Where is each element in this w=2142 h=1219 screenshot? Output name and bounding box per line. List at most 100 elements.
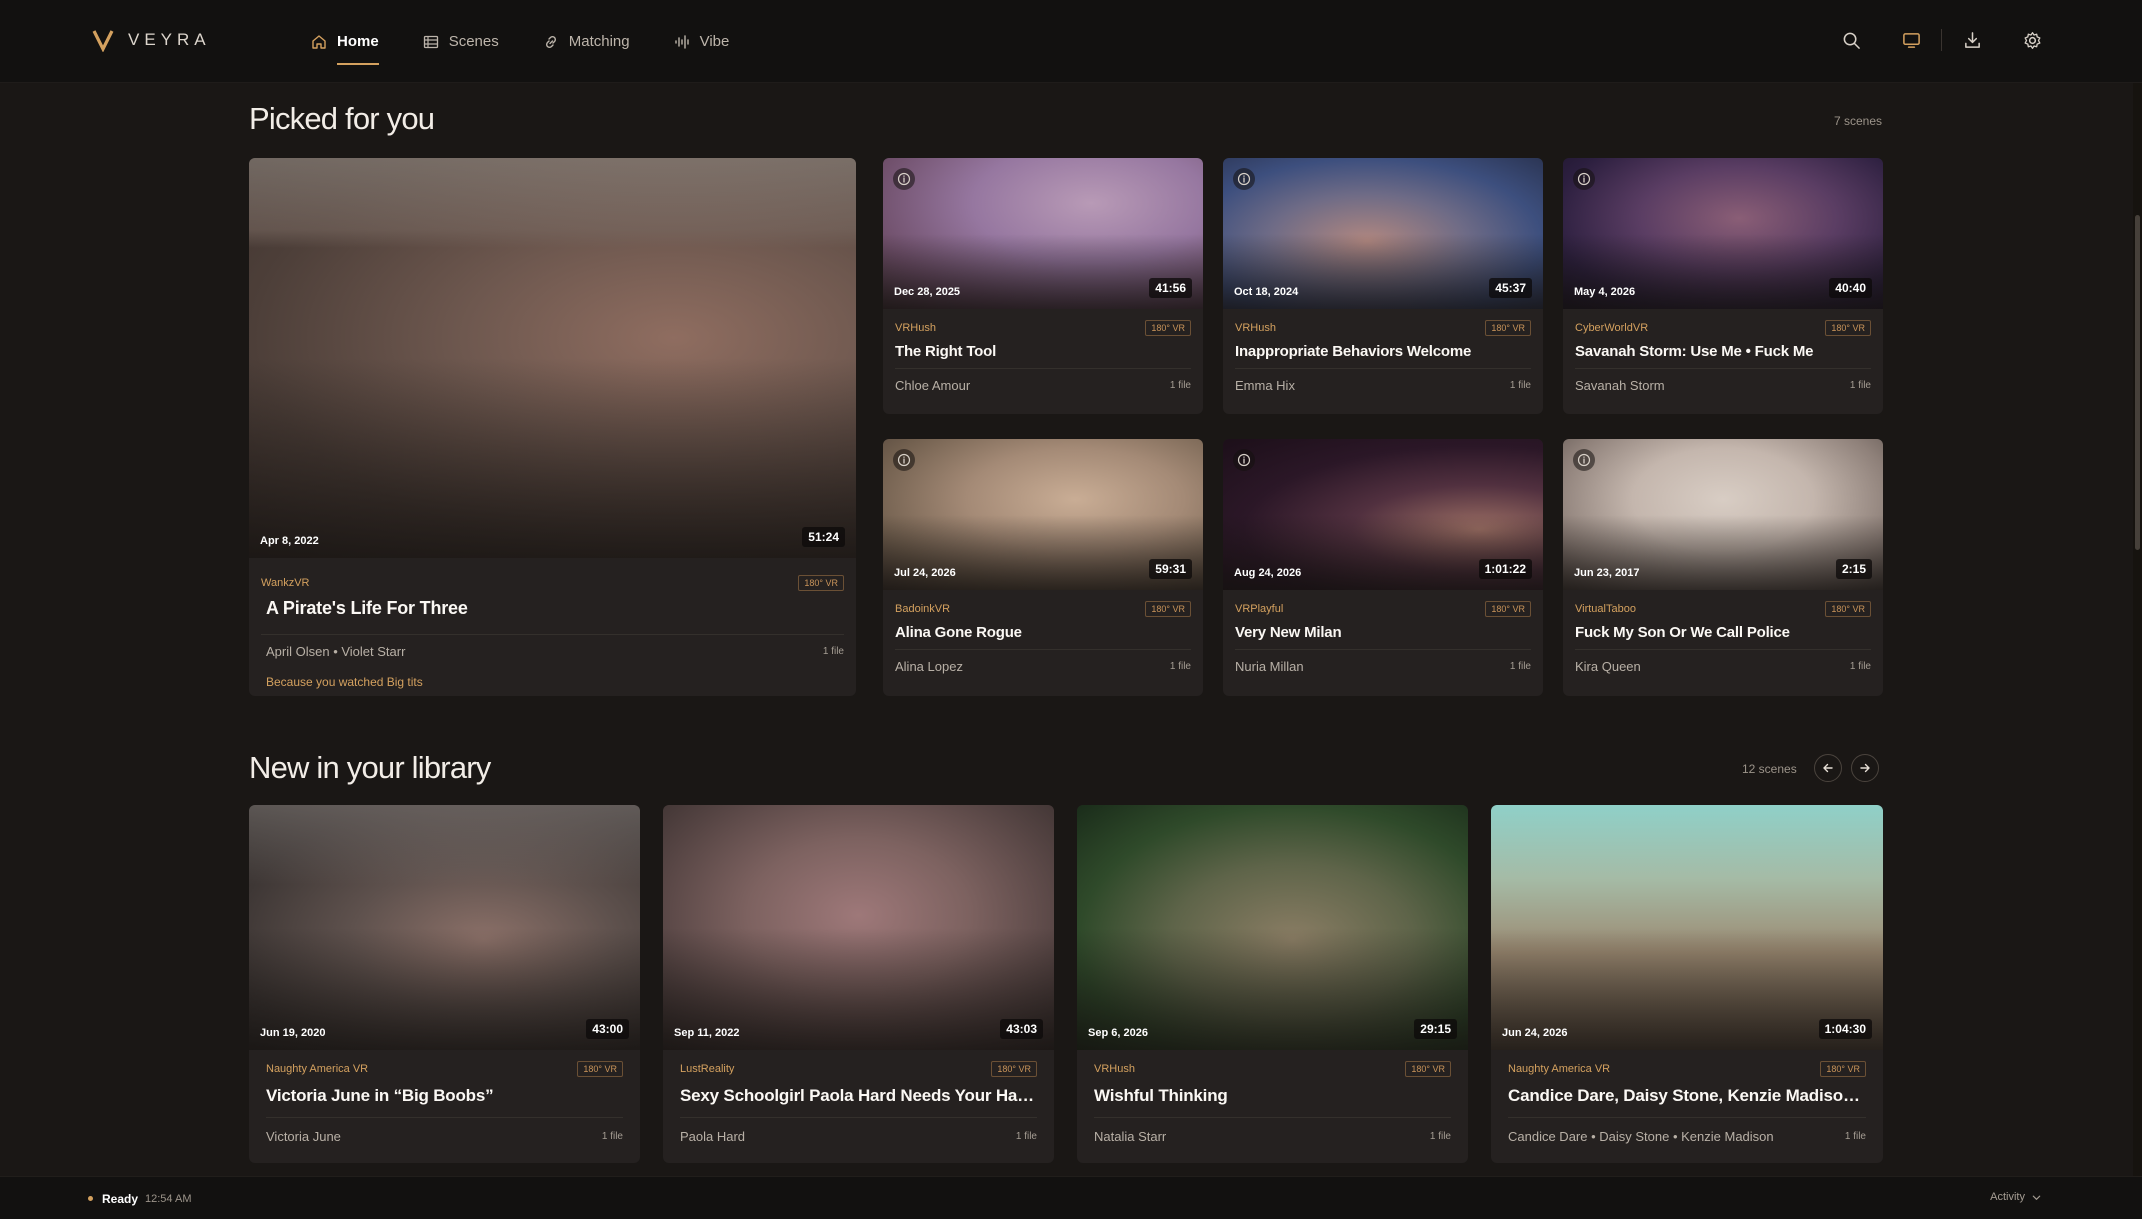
- top-navigation-bar: VEYRA Home Scenes Matching Vibe: [0, 0, 2142, 83]
- main-nav: Home Scenes Matching Vibe: [311, 0, 773, 83]
- scene-thumbnail[interactable]: Oct 18, 2024 45:37: [1223, 158, 1543, 309]
- scene-title[interactable]: Sexy Schoolgirl Paola Hard Needs Your Ha…: [680, 1086, 1037, 1106]
- scene-title[interactable]: A Pirate's Life For Three: [266, 598, 844, 619]
- scene-performers[interactable]: Candice Dare • Daisy Stone • Kenzie Madi…: [1508, 1129, 1774, 1144]
- info-button[interactable]: [1573, 449, 1595, 471]
- toolbar-divider: [1941, 29, 1942, 51]
- scene-studio[interactable]: LustReality: [680, 1063, 734, 1075]
- scene-card[interactable]: Jun 19, 2020 43:00 Naughty America VR 18…: [249, 805, 640, 1163]
- scene-card[interactable]: Jul 24, 2026 59:31 BadoinkVR 180° VR Ali…: [883, 439, 1203, 696]
- scene-performers[interactable]: Kira Queen: [1575, 659, 1641, 674]
- scene-performers[interactable]: Nuria Millan: [1235, 659, 1304, 674]
- scene-card[interactable]: Jun 23, 2017 2:15 VirtualTaboo 180° VR F…: [1563, 439, 1883, 696]
- scene-performers[interactable]: Alina Lopez: [895, 659, 963, 674]
- scene-title[interactable]: Wishful Thinking: [1094, 1086, 1451, 1106]
- info-icon: [1577, 453, 1591, 467]
- settings-button[interactable]: [2020, 28, 2044, 52]
- scene-card[interactable]: Sep 6, 2026 29:15 VRHush 180° VR Wishful…: [1077, 805, 1468, 1163]
- scene-studio[interactable]: BadoinkVR: [895, 603, 950, 615]
- scene-title[interactable]: Savanah Storm: Use Me • Fuck Me: [1575, 343, 1871, 360]
- scene-card[interactable]: Oct 18, 2024 45:37 VRHush 180° VR Inappr…: [1223, 158, 1543, 414]
- scene-title[interactable]: Candice Dare, Daisy Stone, Kenzie Madiso…: [1508, 1086, 1866, 1106]
- arrow-right-icon: [1860, 763, 1870, 773]
- info-button[interactable]: [893, 449, 915, 471]
- carousel-next-button[interactable]: [1851, 754, 1879, 782]
- info-button[interactable]: [1233, 168, 1255, 190]
- vr-format-badge: 180° VR: [1485, 601, 1531, 617]
- vr-format-badge: 180° VR: [1145, 320, 1191, 336]
- scene-thumbnail[interactable]: Aug 24, 2026 1:01:22: [1223, 439, 1543, 590]
- nav-home[interactable]: Home: [311, 0, 379, 83]
- info-button[interactable]: [1233, 449, 1255, 471]
- scene-studio[interactable]: Naughty America VR: [266, 1063, 368, 1075]
- scene-duration: 2:15: [1835, 559, 1872, 579]
- scrollbar-thumb[interactable]: [2135, 215, 2140, 550]
- featured-scene-card[interactable]: Apr 8, 2022 51:24 WankzVR 180° VR A Pira…: [249, 158, 856, 696]
- scene-card[interactable]: May 4, 2026 40:40 CyberWorldVR 180° VR S…: [1563, 158, 1883, 414]
- scene-thumbnail[interactable]: Sep 11, 2022 43:03: [663, 805, 1054, 1050]
- meta-divider: [1235, 649, 1531, 650]
- scene-performers[interactable]: Natalia Starr: [1094, 1129, 1166, 1144]
- scene-date: Oct 18, 2024: [1234, 286, 1299, 298]
- scene-date: Jul 24, 2026: [894, 567, 956, 579]
- display-mode-button[interactable]: [1899, 28, 1923, 52]
- scene-title[interactable]: Fuck My Son Or We Call Police: [1575, 624, 1871, 641]
- carousel-prev-button[interactable]: [1814, 754, 1842, 782]
- scene-studio[interactable]: VRHush: [1094, 1063, 1135, 1075]
- scene-performers[interactable]: Paola Hard: [680, 1129, 745, 1144]
- scene-file-count: 1 file: [1844, 1131, 1866, 1142]
- arrow-left-icon: [1823, 763, 1833, 773]
- scene-thumbnail[interactable]: May 4, 2026 40:40: [1563, 158, 1883, 309]
- scene-studio[interactable]: Naughty America VR: [1508, 1063, 1610, 1075]
- activity-toggle[interactable]: Activity: [1990, 1191, 2042, 1203]
- search-button[interactable]: [1839, 28, 1863, 52]
- nav-vibe[interactable]: Vibe: [674, 0, 729, 83]
- scene-title[interactable]: Alina Gone Rogue: [895, 624, 1191, 641]
- scene-card[interactable]: Dec 28, 2025 41:56 VRHush 180° VR The Ri…: [883, 158, 1203, 414]
- brand[interactable]: VEYRA: [92, 28, 211, 52]
- scene-title[interactable]: Victoria June in “Big Boobs”: [266, 1086, 623, 1106]
- scene-date: Sep 6, 2026: [1088, 1027, 1148, 1039]
- library-scene-count: 12 scenes: [1742, 762, 1797, 776]
- scene-date: Sep 11, 2022: [674, 1027, 740, 1039]
- scene-thumbnail[interactable]: Jun 19, 2020 43:00: [249, 805, 640, 1050]
- scene-studio[interactable]: VirtualTaboo: [1575, 603, 1636, 615]
- scene-card[interactable]: Sep 11, 2022 43:03 LustReality 180° VR S…: [663, 805, 1054, 1163]
- scene-studio[interactable]: VRHush: [895, 322, 936, 334]
- scene-performers[interactable]: April Olsen • Violet Starr: [266, 644, 405, 659]
- info-button[interactable]: [893, 168, 915, 190]
- scene-thumbnail[interactable]: Sep 6, 2026 29:15: [1077, 805, 1468, 1050]
- library-section-title: New in your library: [249, 750, 491, 785]
- scene-studio[interactable]: VRPlayful: [1235, 603, 1283, 615]
- scene-card[interactable]: Aug 24, 2026 1:01:22 VRPlayful 180° VR V…: [1223, 439, 1543, 696]
- scene-card[interactable]: Jun 24, 2026 1:04:30 Naughty America VR …: [1491, 805, 1883, 1163]
- scene-performers[interactable]: Emma Hix: [1235, 378, 1295, 393]
- info-icon: [897, 453, 911, 467]
- scene-thumbnail[interactable]: Jul 24, 2026 59:31: [883, 439, 1203, 590]
- scene-thumbnail[interactable]: Jun 24, 2026 1:04:30: [1491, 805, 1883, 1050]
- scene-thumbnail[interactable]: Apr 8, 2022 51:24: [249, 158, 856, 558]
- scene-studio[interactable]: WankzVR: [261, 577, 310, 589]
- nav-matching[interactable]: Matching: [543, 0, 630, 83]
- scene-thumbnail[interactable]: Dec 28, 2025 41:56: [883, 158, 1203, 309]
- status-text: Ready: [102, 1192, 139, 1206]
- scene-studio[interactable]: CyberWorldVR: [1575, 322, 1648, 334]
- scene-date: Dec 28, 2025: [894, 286, 961, 298]
- scene-title[interactable]: Inappropriate Behaviors Welcome: [1235, 343, 1531, 360]
- nav-scenes[interactable]: Scenes: [423, 0, 499, 83]
- activity-label: Activity: [1990, 1191, 2025, 1203]
- info-button[interactable]: [1573, 168, 1595, 190]
- downloads-button[interactable]: [1960, 28, 1984, 52]
- vr-format-badge: 180° VR: [798, 575, 844, 591]
- scene-studio[interactable]: VRHush: [1235, 322, 1276, 334]
- meta-divider: [1575, 649, 1871, 650]
- scene-title[interactable]: Very New Milan: [1235, 624, 1531, 641]
- scene-performers[interactable]: Victoria June: [266, 1129, 341, 1144]
- scene-date: Apr 8, 2022: [260, 535, 319, 547]
- scene-file-count: 1 file: [1015, 1131, 1037, 1142]
- scene-performers[interactable]: Chloe Amour: [895, 378, 970, 393]
- scene-title[interactable]: The Right Tool: [895, 343, 1191, 360]
- scene-performers[interactable]: Savanah Storm: [1575, 378, 1665, 393]
- status-bar: Ready 12:54 AM Activity: [0, 1176, 2142, 1219]
- scene-thumbnail[interactable]: Jun 23, 2017 2:15: [1563, 439, 1883, 590]
